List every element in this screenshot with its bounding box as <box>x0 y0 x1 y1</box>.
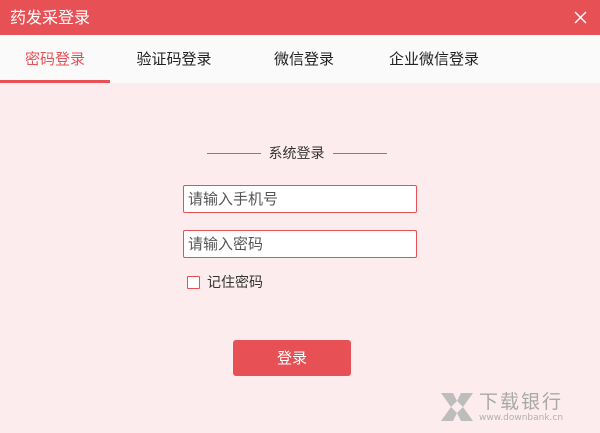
remember-checkbox[interactable] <box>187 275 200 289</box>
tab-code-login[interactable]: 验证码登录 <box>118 35 230 83</box>
phone-input[interactable] <box>183 185 417 213</box>
title-bar: 药发采登录 <box>0 0 600 35</box>
active-tab-indicator <box>0 80 110 83</box>
window-title: 药发采登录 <box>10 8 91 27</box>
close-icon[interactable] <box>573 10 588 25</box>
login-button[interactable]: 登录 <box>233 340 351 376</box>
login-tabs: 密码登录 验证码登录 微信登录 企业微信登录 <box>0 35 600 83</box>
watermark-url: www.downbank.cn <box>479 413 564 423</box>
tab-enterprise-wechat-login[interactable]: 企业微信登录 <box>378 35 490 83</box>
tab-wechat-login[interactable]: 微信登录 <box>258 35 350 83</box>
section-title: 系统登录 <box>205 143 388 163</box>
divider-left <box>206 152 261 154</box>
watermark: 下载银行 www.downbank.cn <box>437 385 597 430</box>
remember-label: 记住密码 <box>207 275 263 291</box>
divider-right <box>332 152 387 154</box>
tab-password-login[interactable]: 密码登录 <box>0 35 110 83</box>
remember-password[interactable]: 记住密码 <box>187 273 263 291</box>
watermark-text: 下载银行 <box>479 391 564 413</box>
section-title-text: 系统登录 <box>268 146 325 162</box>
password-input[interactable] <box>183 230 417 258</box>
watermark-logo-icon <box>441 393 473 421</box>
